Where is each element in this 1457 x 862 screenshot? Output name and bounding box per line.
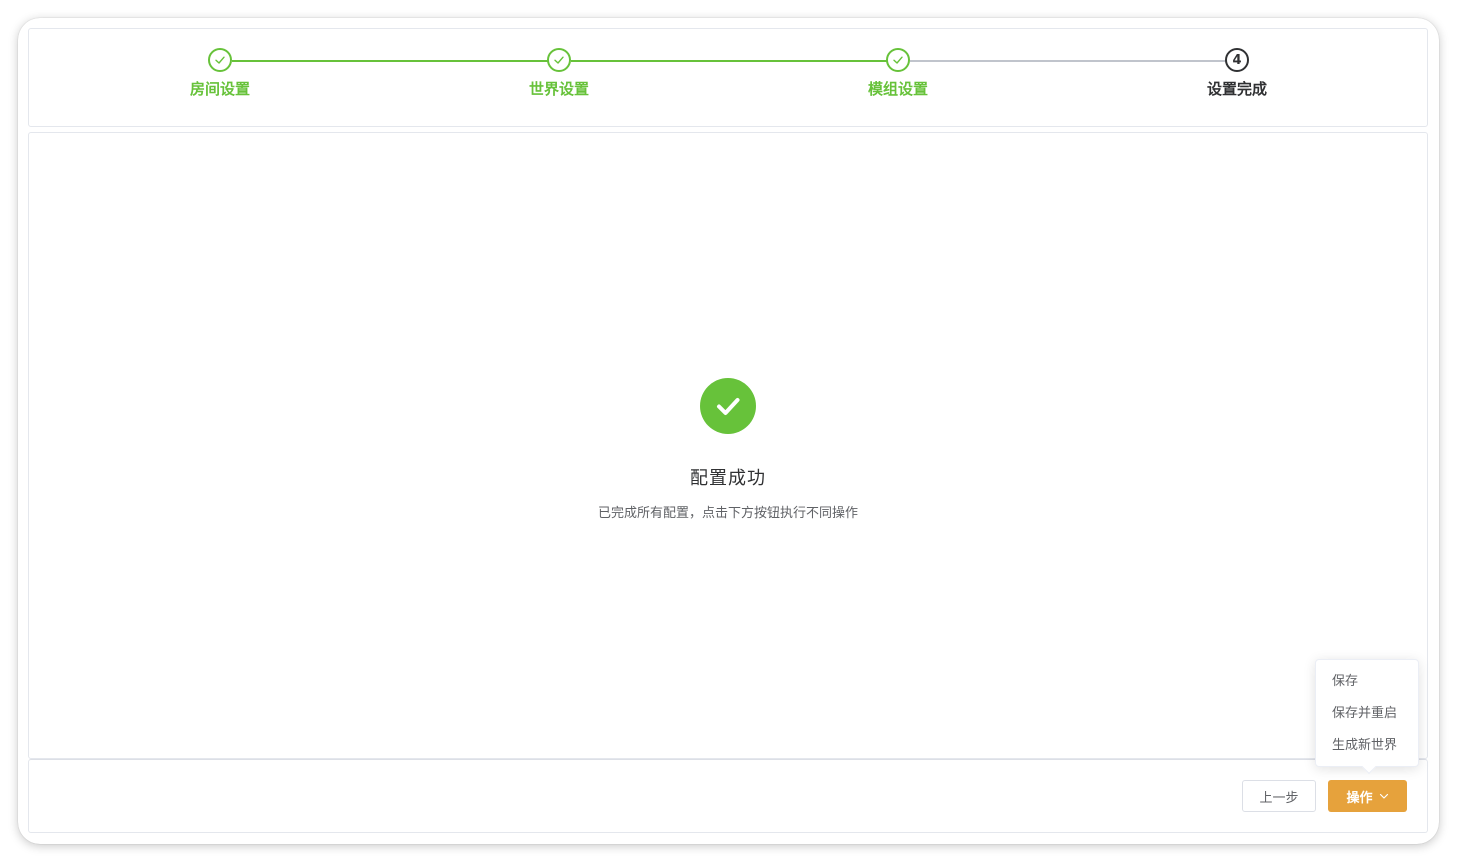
operations-label: 操作: [1346, 790, 1373, 806]
menu-item-generate-world[interactable]: 生成新世界: [1316, 730, 1418, 762]
result-subtitle: 已完成所有配置，点击下方按钮执行不同操作: [597, 506, 858, 521]
check-circle-icon: [700, 378, 756, 434]
result-panel: 配置成功 已完成所有配置，点击下方按钮执行不同操作: [29, 378, 1427, 521]
step-label: 世界设置: [528, 80, 589, 98]
chevron-down-icon: [1379, 793, 1388, 799]
menu-item-save[interactable]: 保存: [1316, 666, 1418, 698]
footer-bar: 上一步 操作: [28, 759, 1428, 833]
result-title: 配置成功: [690, 468, 766, 489]
main-panel: 配置成功 已完成所有配置，点击下方按钮执行不同操作: [28, 132, 1428, 759]
menu-item-save-restart[interactable]: 保存并重启: [1316, 698, 1418, 730]
operations-dropdown-button[interactable]: 操作: [1328, 780, 1407, 812]
check-icon: [886, 48, 910, 72]
step-complete[interactable]: 4 设置完成: [1167, 48, 1307, 99]
step-label: 房间设置: [189, 80, 250, 98]
step-label: 设置完成: [1206, 80, 1267, 98]
step-world-settings[interactable]: 世界设置: [489, 48, 629, 99]
steps-bar: 房间设置 世界设置 模组设置 4 设置完成: [28, 28, 1428, 127]
operations-menu: 保存 保存并重启 生成新世界: [1315, 659, 1419, 775]
step-mod-settings[interactable]: 模组设置: [828, 48, 968, 99]
check-icon: [547, 48, 571, 72]
step-room-settings[interactable]: 房间设置: [150, 48, 290, 99]
check-icon: [208, 48, 232, 72]
step-number: 4: [1225, 48, 1249, 72]
prev-step-button[interactable]: 上一步: [1242, 780, 1316, 812]
app-window: 房间设置 世界设置 模组设置 4 设置完成 配置成功 已完成所有配置，点击下方按…: [18, 18, 1439, 844]
step-label: 模组设置: [867, 80, 928, 98]
